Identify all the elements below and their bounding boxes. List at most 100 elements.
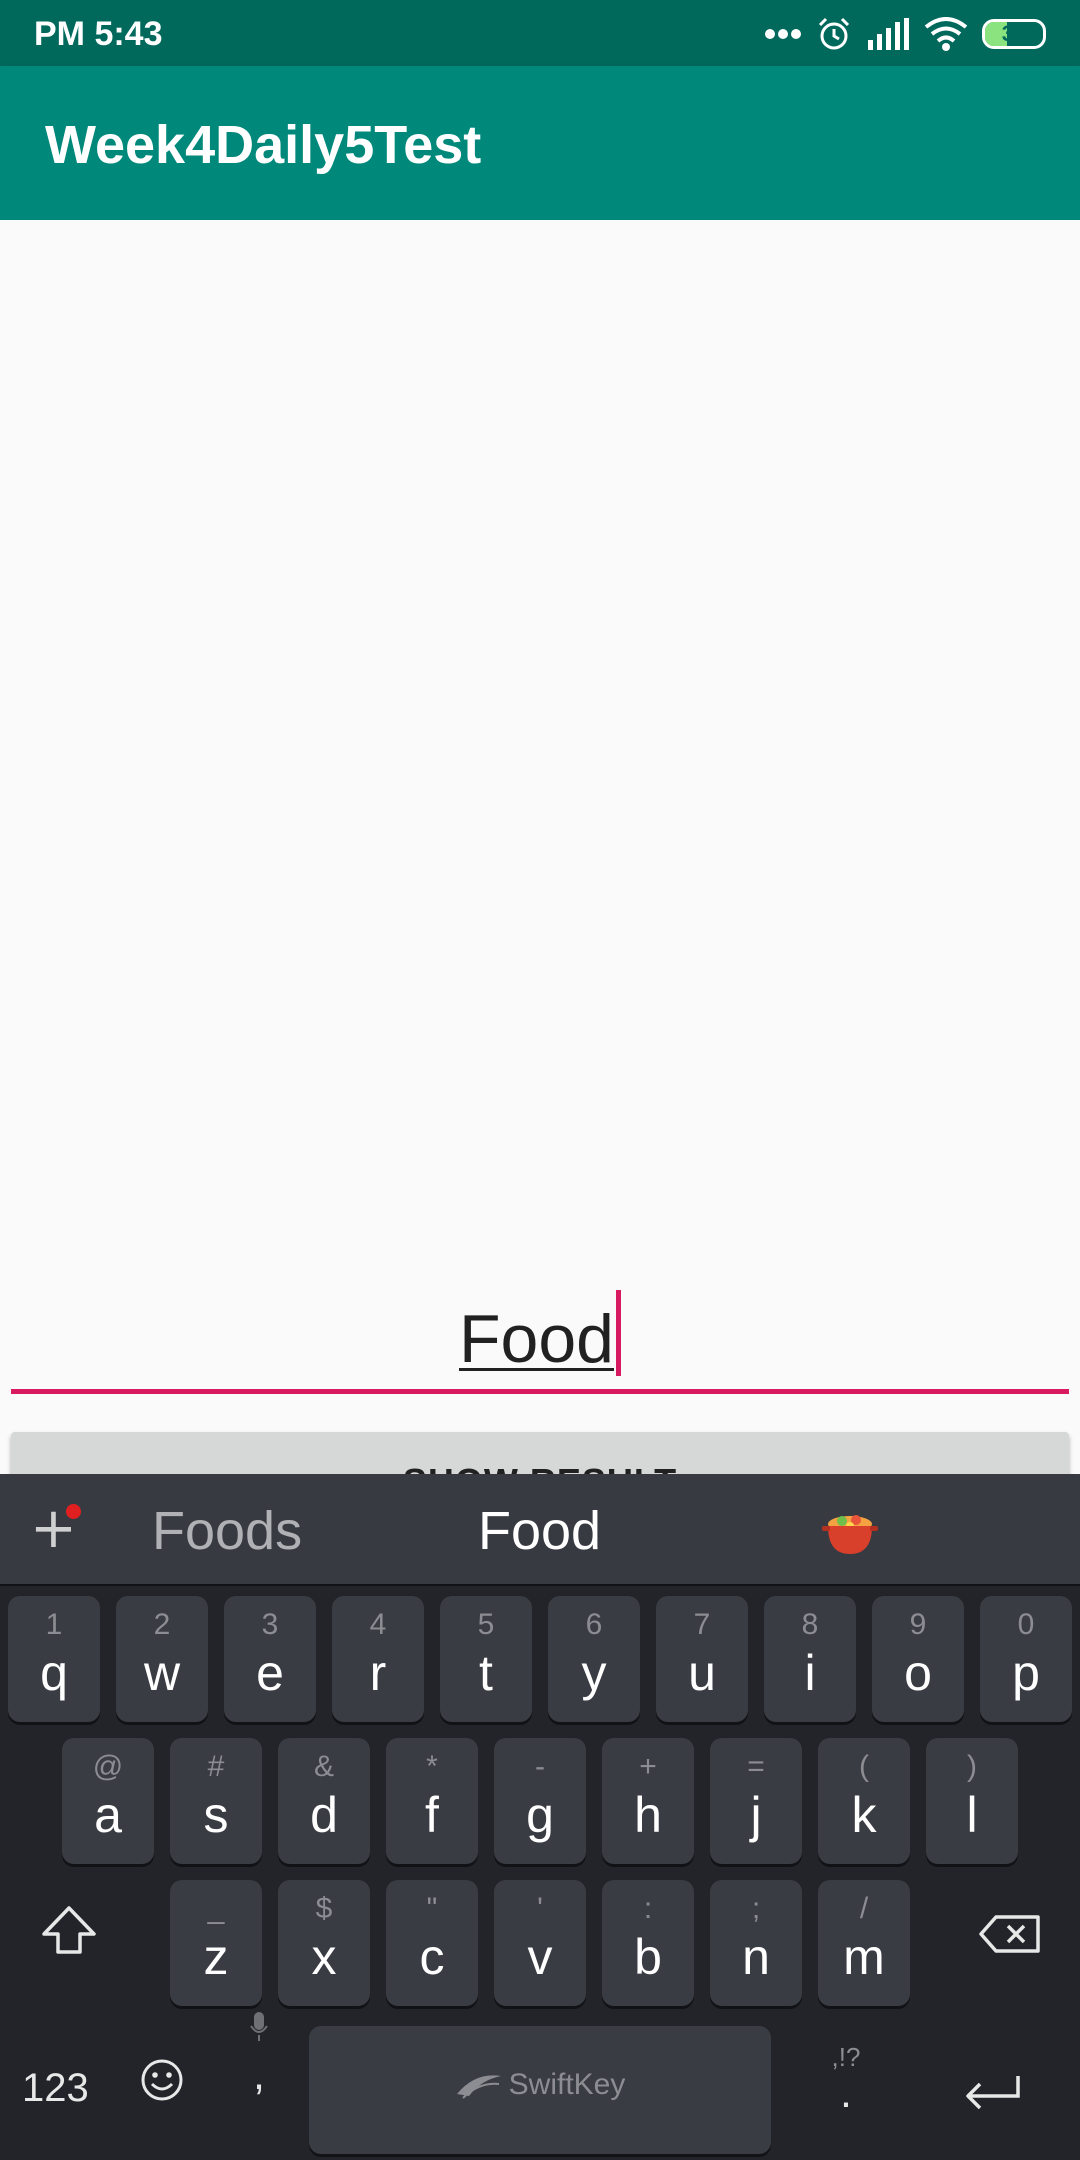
key-m[interactable]: / m [818, 1880, 910, 2006]
key-v[interactable]: ' v [494, 1880, 586, 2006]
key-label: g [526, 1787, 554, 1843]
key-u[interactable]: 7u [656, 1596, 748, 1722]
key-y[interactable]: 6y [548, 1596, 640, 1722]
key-hint: $ [315, 1892, 333, 1925]
key-label: t [479, 1645, 493, 1701]
enter-key[interactable] [962, 2072, 1022, 2117]
key-hint: " [426, 1892, 438, 1925]
key-label: e [256, 1645, 284, 1701]
key-label: s [203, 1787, 229, 1843]
key-hint: 0 [1017, 1608, 1035, 1641]
notification-dot [66, 1504, 81, 1519]
key-hint: * [426, 1750, 438, 1783]
key-label: k [851, 1787, 877, 1843]
key-p[interactable]: 0p [980, 1596, 1072, 1722]
keyboard: + Foods Food 1q2w3e4r5t6y7u8i9o0p @ a # s & d… [0, 1474, 1080, 2160]
numbers-key[interactable]: 123 [22, 2066, 89, 2111]
suggestion-bar: + Foods Food [0, 1474, 1080, 1586]
swiftkey-label: SwiftKey [508, 2068, 626, 2101]
key-f[interactable]: * f [386, 1738, 478, 1864]
app-title: Week4Daily5Test [45, 115, 482, 175]
app-bar: Week4Daily5Test [0, 66, 1080, 220]
key-hint: 1 [45, 1608, 63, 1641]
key-label: a [94, 1787, 122, 1843]
key-g[interactable]: -g [494, 1738, 586, 1864]
comma-key[interactable]: , [244, 2010, 274, 2099]
key-hint: 5 [477, 1608, 495, 1641]
smiley-icon [141, 2059, 183, 2101]
swiftkey-logo-icon [456, 2075, 501, 2099]
alarm-icon [816, 16, 852, 52]
key-a[interactable]: @ a [62, 1738, 154, 1864]
key-hint: 7 [693, 1608, 711, 1641]
key-label: q [40, 1645, 68, 1701]
key-label: i [804, 1645, 816, 1701]
key-hint: + [639, 1750, 657, 1783]
battery-level: 38 [1001, 21, 1027, 46]
key-d[interactable]: & d [278, 1738, 370, 1864]
key-hint: / [859, 1892, 869, 1925]
pot-of-food-emoji-icon[interactable] [820, 1508, 880, 1563]
key-s[interactable]: # s [170, 1738, 262, 1864]
key-l[interactable]: ) l [926, 1738, 1018, 1864]
key-label: d [310, 1787, 338, 1843]
key-label: u [688, 1645, 716, 1701]
content-area: Food SHOW RESULT [0, 220, 1080, 1532]
suggestion-1[interactable]: Foods [152, 1500, 302, 1562]
key-z[interactable]: _ z [170, 1880, 262, 2006]
period-label: . [840, 2069, 852, 2116]
key-hint: ; [751, 1892, 761, 1925]
key-label: h [634, 1787, 662, 1843]
key-q[interactable]: 1q [8, 1596, 100, 1722]
key-label: j [750, 1787, 762, 1843]
key-b[interactable]: :b [602, 1880, 694, 2006]
key-label: l [966, 1787, 978, 1843]
key-e[interactable]: 3e [224, 1596, 316, 1722]
comma-label: , [253, 2051, 265, 2098]
shift-icon [42, 1906, 96, 1954]
key-n[interactable]: ; n [710, 1880, 802, 2006]
suggestion-2[interactable]: Food [478, 1500, 601, 1562]
text-input[interactable]: Food [11, 1270, 1069, 1394]
key-hint: - [535, 1750, 545, 1783]
key-i[interactable]: 8i [764, 1596, 856, 1722]
key-k[interactable]: (k [818, 1738, 910, 1864]
key-hint: & [313, 1750, 334, 1783]
key-hint: # [207, 1750, 225, 1783]
key-o[interactable]: 9o [872, 1596, 964, 1722]
key-hint: ' [537, 1892, 543, 1925]
key-x[interactable]: $ x [278, 1880, 370, 2006]
key-r[interactable]: 4r [332, 1596, 424, 1722]
key-t[interactable]: 5t [440, 1596, 532, 1722]
backspace-key[interactable] [978, 1914, 1042, 1959]
emoji-key[interactable] [140, 2058, 184, 2107]
key-hint: 8 [801, 1608, 819, 1641]
signal-icon [866, 18, 910, 50]
key-hint: ( [859, 1750, 869, 1783]
key-label: w [143, 1645, 181, 1701]
wifi-icon [924, 17, 968, 51]
key-j[interactable]: = j [710, 1738, 802, 1864]
key-hint: : [643, 1892, 653, 1925]
space-key[interactable]: SwiftKey [309, 2026, 771, 2154]
key-label: m [843, 1929, 885, 1985]
key-hint: @ [92, 1750, 124, 1783]
key-label: y [581, 1645, 607, 1701]
key-label: o [904, 1645, 932, 1701]
key-hint: = [747, 1750, 765, 1783]
battery-icon: 38 [982, 19, 1046, 49]
key-label: f [425, 1787, 439, 1843]
text-cursor [616, 1290, 621, 1376]
period-key[interactable]: ,!? . [826, 2042, 866, 2116]
shift-key[interactable] [40, 1904, 98, 1961]
key-hint: ) [967, 1750, 977, 1783]
key-hint: 3 [261, 1608, 279, 1641]
key-hint: 6 [585, 1608, 603, 1641]
text-input-value: Food [459, 1301, 614, 1377]
key-h[interactable]: + h [602, 1738, 694, 1864]
status-icons: 38 [764, 12, 1046, 56]
text-input-underline [11, 1389, 1069, 1394]
key-label: c [419, 1929, 445, 1985]
key-c[interactable]: " c [386, 1880, 478, 2006]
key-w[interactable]: 2w [116, 1596, 208, 1722]
